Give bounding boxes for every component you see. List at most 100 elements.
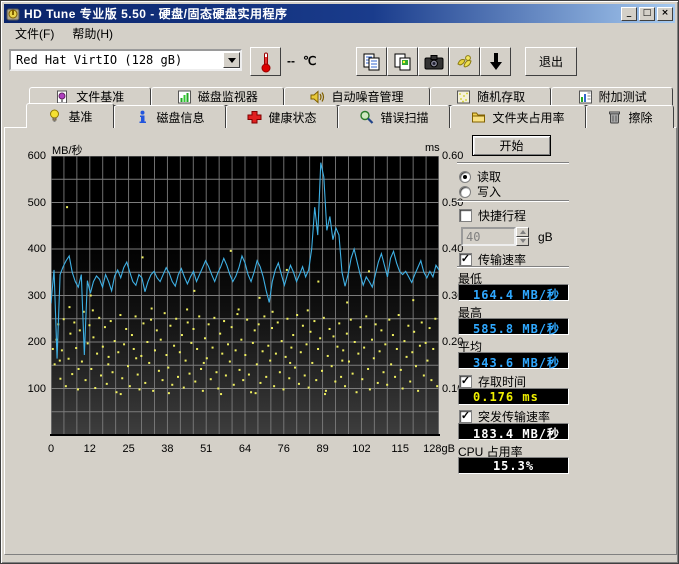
- copy-image-button[interactable]: [387, 47, 418, 76]
- x-axis-tick-label: 128gB: [419, 443, 459, 455]
- x-axis-tick-label: 76: [264, 443, 304, 455]
- menu-help[interactable]: 帮助(H): [65, 23, 120, 44]
- tab-row-secondary: 文件基准 磁盘监视器 自动噪音管理 随机存取: [29, 87, 673, 106]
- temperature-unit: ℃: [303, 54, 316, 68]
- max-value-display: 585.8 MB/秒: [458, 318, 569, 335]
- tab-label: 磁盘监视器: [198, 88, 258, 105]
- tab-label: 错误扫描: [380, 109, 428, 126]
- drive-select-dropdown-button[interactable]: [223, 52, 240, 68]
- spinner-up-icon[interactable]: [516, 227, 529, 237]
- y-axis-tick-label: 400: [18, 243, 46, 255]
- right-axis-unit: ms: [425, 142, 440, 154]
- speaker-icon: [310, 90, 325, 104]
- menu-bar: 文件(F) 帮助(H): [4, 23, 675, 43]
- tab-label: 自动噪音管理: [331, 88, 403, 105]
- copy-image-icon: [393, 52, 413, 72]
- copy-text-button[interactable]: [356, 47, 387, 76]
- copy-text-icon: [362, 52, 382, 72]
- x-axis-tick-label: 102: [341, 443, 381, 455]
- exit-button[interactable]: 退出: [525, 47, 577, 76]
- benchmark-bulb-icon: [47, 109, 62, 123]
- save-button[interactable]: [480, 47, 511, 76]
- right-axis-tick-label: 0.60: [442, 150, 472, 162]
- separator: [457, 266, 569, 268]
- camera-icon: [424, 54, 444, 70]
- write-radio-label: 写入: [477, 183, 501, 200]
- tab-label: 随机存取: [477, 88, 525, 105]
- benchmark-chart: [51, 156, 439, 435]
- screenshot-button[interactable]: [418, 47, 449, 76]
- tab-error-scan[interactable]: 错误扫描: [338, 105, 450, 128]
- close-button[interactable]: ×: [657, 7, 673, 21]
- shortstroke-size-value[interactable]: 40: [461, 227, 516, 246]
- tab-health[interactable]: 健康状态: [226, 105, 338, 128]
- y-axis-tick-label: 200: [18, 336, 46, 348]
- shortstroke-row[interactable]: 快捷行程: [459, 207, 526, 224]
- x-axis-tick-label: 51: [186, 443, 226, 455]
- shortstroke-checkbox[interactable]: [459, 209, 472, 222]
- tab-aam[interactable]: 自动噪音管理: [284, 87, 430, 106]
- title-bar[interactable]: HD Tune 专业版 5.50 - 硬盘/固态硬盘实用程序 _ □ ×: [4, 4, 675, 23]
- cpu-usage-display: 15.3%: [458, 457, 569, 474]
- tab-label: 磁盘信息: [156, 109, 204, 126]
- burst-rate-checkbox[interactable]: ✓: [459, 410, 472, 423]
- minimize-button[interactable]: _: [621, 7, 637, 21]
- separator: [457, 162, 569, 164]
- y-axis-tick-label: 100: [18, 383, 46, 395]
- tab-label: 附加测试: [599, 88, 647, 105]
- tab-folder-usage[interactable]: 文件夹占用率: [450, 105, 586, 128]
- start-button-label: 开始: [499, 137, 523, 154]
- disk-monitor-icon: [177, 90, 192, 104]
- x-axis-tick-label: 64: [225, 443, 265, 455]
- read-radio[interactable]: [459, 171, 471, 183]
- chevron-down-icon: [228, 58, 236, 63]
- temperature-value: --: [287, 54, 295, 68]
- access-time-checkbox[interactable]: ✓: [459, 375, 472, 388]
- min-value-display: 164.4 MB/秒: [458, 284, 569, 301]
- app-icon: [6, 7, 20, 21]
- tab-extra-tests[interactable]: 附加测试: [551, 87, 673, 106]
- magnifier-icon: [359, 110, 374, 124]
- app-window: HD Tune 专业版 5.50 - 硬盘/固态硬盘实用程序 _ □ × 文件(…: [0, 0, 679, 564]
- x-axis-tick-label: 115: [380, 443, 420, 455]
- tab-label: 健康状态: [268, 109, 316, 126]
- tab-label: 擦除: [628, 109, 652, 126]
- tab-label: 基准: [68, 108, 92, 125]
- window-title: HD Tune 专业版 5.50 - 硬盘/固态硬盘实用程序: [24, 5, 619, 22]
- tab-erase[interactable]: 擦除: [586, 105, 674, 128]
- donate-button[interactable]: [449, 47, 480, 76]
- tab-benchmark[interactable]: 基准: [26, 103, 114, 128]
- extra-tests-icon: [578, 90, 593, 104]
- y-axis-tick-label: 600: [18, 150, 46, 162]
- trash-icon: [607, 110, 622, 124]
- y-axis-tick-label: 500: [18, 197, 46, 209]
- x-axis-tick-label: 25: [109, 443, 149, 455]
- spinner-down-icon[interactable]: [516, 237, 529, 247]
- maximize-button[interactable]: □: [639, 7, 655, 21]
- folder-icon: [471, 110, 486, 124]
- avg-value-display: 343.6 MB/秒: [458, 352, 569, 369]
- file-benchmark-icon: [55, 90, 70, 104]
- tab-row-primary: 基准 磁盘信息 健康状态 错误扫描: [26, 105, 674, 128]
- drive-select[interactable]: Red Hat VirtIO (128 gB): [9, 49, 242, 71]
- access-time-display: 0.176 ms: [458, 388, 569, 405]
- left-axis-unit: MB/秒: [52, 142, 83, 158]
- menu-file[interactable]: 文件(F): [8, 23, 61, 44]
- burst-rate-display: 183.4 MB/秒: [458, 423, 569, 440]
- start-button[interactable]: 开始: [472, 135, 551, 156]
- tab-disk-info[interactable]: 磁盘信息: [114, 105, 226, 128]
- x-axis-tick-label: 0: [31, 443, 71, 455]
- thermometer-icon: [260, 51, 272, 73]
- x-axis-tick-label: 38: [147, 443, 187, 455]
- write-radio-row[interactable]: 写入: [459, 183, 501, 200]
- tab-disk-monitor[interactable]: 磁盘监视器: [151, 87, 285, 106]
- temperature-button[interactable]: [250, 47, 281, 76]
- tab-random-access[interactable]: 随机存取: [430, 87, 552, 106]
- write-radio[interactable]: [459, 186, 471, 198]
- x-axis-tick-label: 12: [70, 443, 110, 455]
- shortstroke-size-spinner[interactable]: 40: [461, 227, 529, 246]
- transfer-rate-checkbox[interactable]: ✓: [459, 253, 472, 266]
- health-cross-icon: [247, 110, 262, 124]
- y-axis-tick-label: 300: [18, 290, 46, 302]
- arrow-down-icon: [489, 52, 503, 72]
